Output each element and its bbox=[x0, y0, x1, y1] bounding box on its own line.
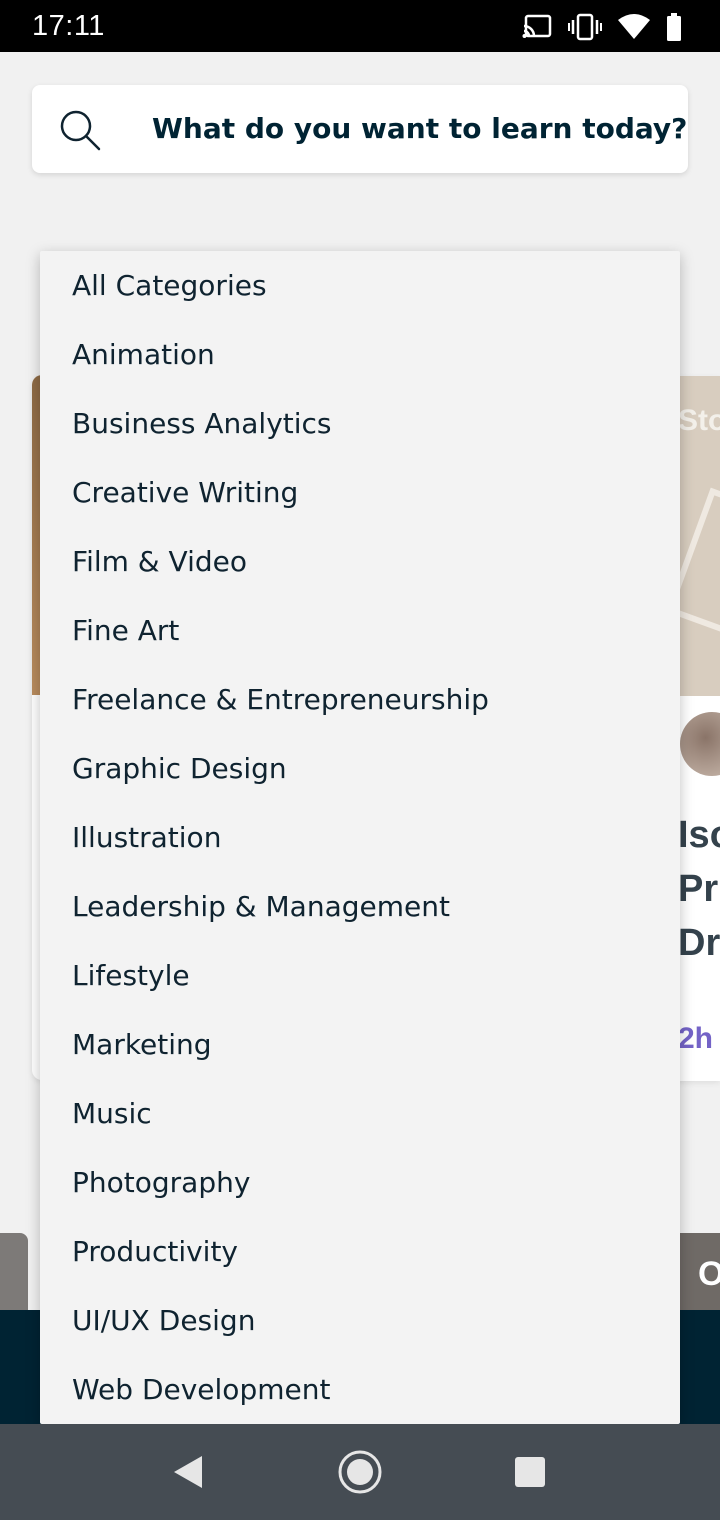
menu-item-freelance-entrepreneurship[interactable]: Freelance & Entrepreneurship bbox=[40, 665, 680, 734]
home-icon[interactable] bbox=[336, 1448, 384, 1496]
vibrate-icon bbox=[568, 13, 602, 41]
menu-item-productivity[interactable]: Productivity bbox=[40, 1217, 680, 1286]
menu-item-graphic-design[interactable]: Graphic Design bbox=[40, 734, 680, 803]
menu-item-illustration[interactable]: Illustration bbox=[40, 803, 680, 872]
thumbnail-text: O bbox=[698, 1255, 720, 1293]
menu-item-animation[interactable]: Animation bbox=[40, 320, 680, 389]
status-icons bbox=[522, 12, 682, 42]
course-card-row2-left[interactable] bbox=[0, 1233, 28, 1313]
menu-item-all-categories[interactable]: All Categories bbox=[40, 251, 680, 320]
course-title-line: Dr bbox=[678, 922, 720, 964]
menu-item-marketing[interactable]: Marketing bbox=[40, 1010, 680, 1079]
menu-item-web-development[interactable]: Web Development bbox=[40, 1355, 680, 1424]
course-title-line: Pr bbox=[678, 868, 719, 910]
menu-item-lifestyle[interactable]: Lifestyle bbox=[40, 941, 680, 1010]
thumbnail-shape bbox=[676, 487, 720, 637]
thumbnail-text: Sto bbox=[678, 404, 720, 437]
menu-item-music[interactable]: Music bbox=[40, 1079, 680, 1148]
status-bar: 17:11 bbox=[0, 0, 720, 52]
wifi-icon bbox=[618, 14, 650, 39]
category-dropdown-menu: All Categories Animation Business Analyt… bbox=[40, 251, 680, 1424]
menu-item-photography[interactable]: Photography bbox=[40, 1148, 680, 1217]
menu-item-business-analytics[interactable]: Business Analytics bbox=[40, 389, 680, 458]
back-icon[interactable] bbox=[170, 1454, 206, 1490]
menu-item-ui-ux-design[interactable]: UI/UX Design bbox=[40, 1286, 680, 1355]
course-duration: 2h bbox=[678, 1022, 714, 1055]
battery-icon bbox=[667, 13, 681, 41]
menu-item-film-video[interactable]: Film & Video bbox=[40, 527, 680, 596]
menu-item-fine-art[interactable]: Fine Art bbox=[40, 596, 680, 665]
navigation-bar bbox=[0, 1424, 720, 1520]
search-icon bbox=[60, 110, 101, 151]
course-card-right[interactable]: Sto Iso Pr Dr 2h bbox=[676, 376, 720, 1081]
course-card-row2-right[interactable]: O bbox=[680, 1233, 720, 1313]
menu-item-creative-writing[interactable]: Creative Writing bbox=[40, 458, 680, 527]
course-thumbnail: Sto bbox=[676, 376, 720, 696]
search-input[interactable]: What do you want to learn today? bbox=[152, 85, 687, 173]
course-title-line: Iso bbox=[678, 814, 720, 856]
recent-apps-icon[interactable] bbox=[514, 1456, 546, 1488]
avatar bbox=[680, 712, 720, 776]
menu-item-leadership-management[interactable]: Leadership & Management bbox=[40, 872, 680, 941]
status-time: 17:11 bbox=[32, 10, 105, 42]
cast-icon bbox=[522, 14, 552, 38]
course-title: Iso Pr Dr bbox=[678, 808, 720, 970]
search-bar[interactable]: What do you want to learn today? bbox=[32, 85, 688, 173]
